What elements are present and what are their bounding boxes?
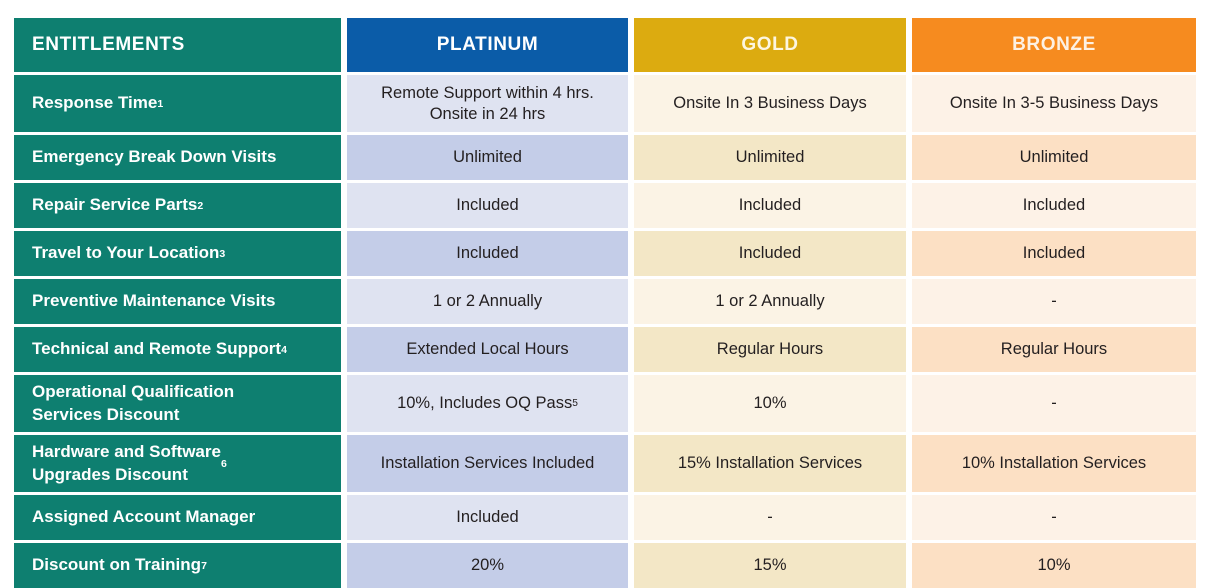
row-label-text: Emergency Break Down Visits — [32, 147, 277, 167]
row-label-text: Operational Qualification Services Disco… — [32, 382, 235, 424]
cell-value: 20% — [470, 556, 505, 575]
row-label: Assigned Account Manager — [14, 495, 341, 540]
cell-value: 10% — [753, 394, 787, 413]
cell-platinum: Included — [347, 231, 628, 276]
cell-value: Included — [738, 196, 802, 215]
cell-bronze: - — [912, 495, 1196, 540]
column-header-entitlements: ENTITLEMENTS — [14, 18, 341, 72]
cell-value: Included — [738, 244, 802, 263]
cell-gold: Onsite In 3 Business Days — [634, 75, 906, 132]
cell-platinum: Installation Services Included — [347, 435, 628, 492]
row-label: Repair Service Parts 2 — [14, 183, 341, 228]
cell-value: 10%, Includes OQ Pass — [397, 394, 573, 413]
cell-bronze: 10% Installation Services — [912, 435, 1196, 492]
cell-value: - — [1051, 292, 1057, 311]
row-label: Operational Qualification Services Disco… — [14, 375, 341, 432]
row-label-text: Preventive Maintenance Visits — [32, 291, 276, 311]
cell-gold: 10% — [634, 375, 906, 432]
column-header-platinum: PLATINUM — [347, 18, 628, 72]
cell-bronze: Onsite In 3-5 Business Days — [912, 75, 1196, 132]
row-label-text: Response Time — [32, 93, 158, 113]
row-label: Response Time 1 — [14, 75, 341, 132]
cell-value: - — [1051, 508, 1057, 527]
cell-value: Unlimited — [735, 148, 805, 167]
cell-value: Remote Support within 4 hrs. Onsite in 2… — [381, 83, 594, 123]
cell-gold: Regular Hours — [634, 327, 906, 372]
cell-value: Unlimited — [453, 148, 522, 167]
cell-bronze: Regular Hours — [912, 327, 1196, 372]
cell-bronze: Unlimited — [912, 135, 1196, 180]
cell-bronze: Included — [912, 183, 1196, 228]
cell-platinum: Included — [347, 495, 628, 540]
cell-platinum: Included — [347, 183, 628, 228]
cell-value: 1 or 2 Annually — [715, 292, 825, 311]
cell-value: 15% Installation Services — [677, 454, 863, 473]
cell-bronze: - — [912, 279, 1196, 324]
cell-value: Included — [1022, 244, 1086, 263]
cell-value: Regular Hours — [1000, 340, 1108, 359]
cell-value: Extended Local Hours — [406, 340, 569, 359]
cell-platinum: Extended Local Hours — [347, 327, 628, 372]
cell-platinum: Unlimited — [347, 135, 628, 180]
cell-gold: Included — [634, 183, 906, 228]
row-label-text: Hardware and Software Upgrades Discount — [32, 442, 221, 484]
row-label-text: Travel to Your Location — [32, 243, 220, 263]
cell-platinum: 1 or 2 Annually — [347, 279, 628, 324]
cell-value: Included — [456, 244, 519, 263]
cell-gold: Unlimited — [634, 135, 906, 180]
row-label: Preventive Maintenance Visits — [14, 279, 341, 324]
cell-value: Unlimited — [1019, 148, 1089, 167]
cell-gold: 1 or 2 Annually — [634, 279, 906, 324]
cell-gold: Included — [634, 231, 906, 276]
row-label-text: Discount on Training — [32, 555, 202, 575]
cell-value: Included — [456, 508, 519, 527]
row-label: Technical and Remote Support 4 — [14, 327, 341, 372]
entitlements-comparison-table: ENTITLEMENTS PLATINUM GOLD BRONZE Response T… — [0, 0, 1210, 588]
row-label-text: Technical and Remote Support — [32, 339, 282, 359]
cell-value: - — [767, 508, 773, 527]
row-label-text: Repair Service Parts — [32, 195, 198, 215]
cell-value: Onsite In 3 Business Days — [673, 94, 867, 113]
row-label: Emergency Break Down Visits — [14, 135, 341, 180]
cell-gold: 15% — [634, 543, 906, 588]
cell-bronze: - — [912, 375, 1196, 432]
cell-platinum: 10%, Includes OQ Pass 5 — [347, 375, 628, 432]
cell-value: Onsite In 3-5 Business Days — [949, 94, 1159, 113]
cell-value: 1 or 2 Annually — [432, 292, 543, 311]
cell-value: Installation Services Included — [380, 454, 595, 473]
column-header-gold: GOLD — [634, 18, 906, 72]
cell-value: - — [1051, 394, 1057, 413]
table-grid: ENTITLEMENTS PLATINUM GOLD BRONZE Response T… — [14, 18, 1196, 588]
cell-platinum: 20% — [347, 543, 628, 588]
column-header-bronze: BRONZE — [912, 18, 1196, 72]
cell-gold: - — [634, 495, 906, 540]
row-label: Travel to Your Location 3 — [14, 231, 341, 276]
cell-value: Regular Hours — [716, 340, 824, 359]
row-label: Discount on Training 7 — [14, 543, 341, 588]
cell-bronze: Included — [912, 231, 1196, 276]
row-label-text: Assigned Account Manager — [32, 507, 256, 527]
cell-value: 15% — [753, 556, 787, 575]
cell-bronze: 10% — [912, 543, 1196, 588]
cell-value: Included — [1022, 196, 1086, 215]
row-label: Hardware and Software Upgrades Discount 6 — [14, 435, 341, 492]
cell-value: 10% — [1037, 556, 1071, 575]
cell-value: 10% Installation Services — [961, 454, 1147, 473]
cell-platinum: Remote Support within 4 hrs. Onsite in 2… — [347, 75, 628, 132]
cell-value: Included — [456, 196, 519, 215]
cell-gold: 15% Installation Services — [634, 435, 906, 492]
